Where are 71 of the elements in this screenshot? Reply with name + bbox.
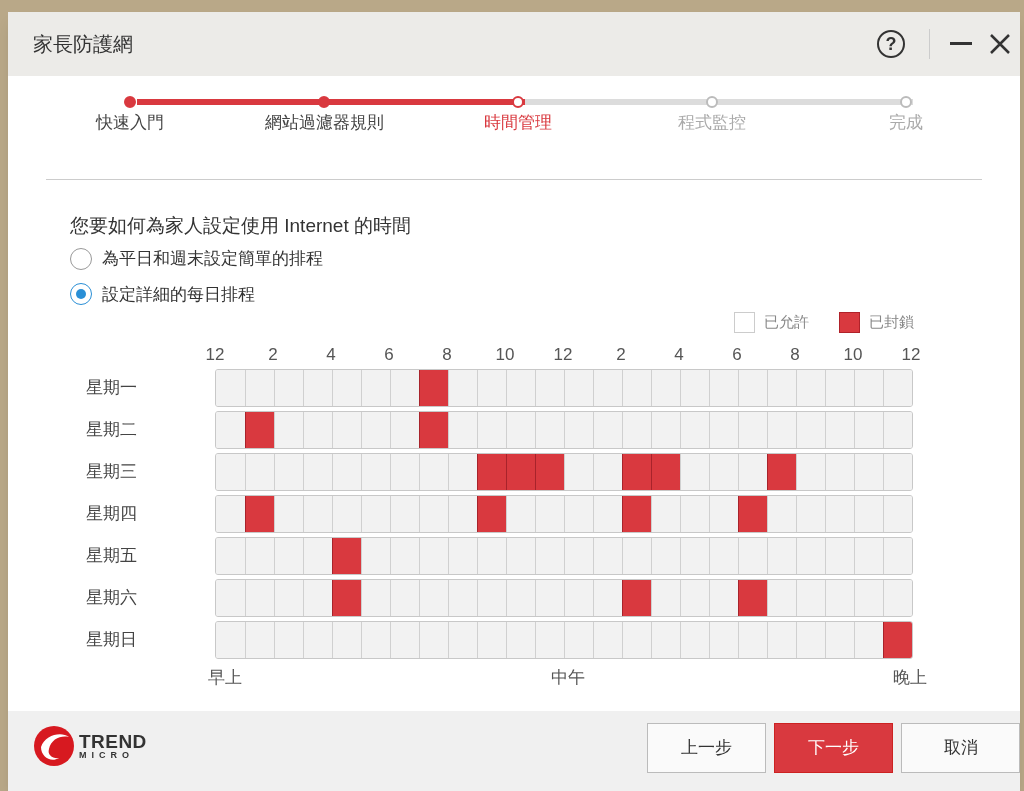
hour-label: 2: [267, 344, 279, 364]
radio-button[interactable]: [70, 283, 92, 306]
option-label[interactable]: 為平日和週末設定簡單的排程: [102, 246, 323, 272]
allowed-swatch: [734, 311, 755, 333]
hour-label: 6: [731, 344, 743, 364]
blocked-hour-cell[interactable]: [419, 370, 448, 406]
blocked-hour-cell[interactable]: [738, 496, 767, 532]
question-text: 您要如何為家人設定使用 Internet 的時間: [70, 214, 412, 238]
logo-icon: [33, 725, 75, 767]
close-icon[interactable]: [990, 34, 1010, 54]
blocked-hour-cell[interactable]: [506, 454, 535, 490]
day-label: 星期六: [85, 587, 138, 610]
blocked-hour-cell[interactable]: [651, 454, 680, 490]
blocked-hour-cell[interactable]: [883, 622, 912, 658]
period-label: 早上: [208, 667, 242, 689]
blocked-hour-cell[interactable]: [245, 412, 274, 448]
step-label: 快速入門: [96, 112, 164, 134]
legend-label: 已封鎖: [869, 311, 914, 332]
hour-label: 2: [615, 344, 627, 364]
hour-label: 4: [325, 344, 337, 364]
blocked-hour-cell[interactable]: [738, 580, 767, 616]
hour-label: 12: [204, 344, 226, 364]
day-label: 星期二: [85, 419, 138, 442]
hour-label: 12: [900, 344, 922, 364]
step-label: 網站過濾器規則: [264, 112, 384, 134]
blocked-hour-cell[interactable]: [622, 496, 651, 532]
period-label: 晚上: [893, 667, 927, 689]
blocked-hour-cell[interactable]: [332, 580, 361, 616]
logo-text: MICRO: [79, 751, 135, 760]
allowed-hour-cell[interactable]: [883, 580, 912, 616]
next-button[interactable]: 下一步: [774, 723, 893, 773]
footer-button[interactable]: 取消: [901, 723, 1020, 773]
hour-label: 12: [552, 344, 574, 364]
blocked-hour-cell[interactable]: [477, 454, 506, 490]
window-title: 家長防護網: [33, 32, 133, 57]
blocked-hour-cell[interactable]: [622, 454, 651, 490]
day-label: 星期日: [85, 629, 138, 652]
blocked-hour-cell[interactable]: [332, 538, 361, 574]
step-label: 時間管理: [484, 112, 552, 134]
hour-label: 10: [842, 344, 864, 364]
hour-label: 8: [441, 344, 453, 364]
step-label: 完成: [889, 112, 923, 134]
day-label: 星期三: [85, 461, 138, 484]
logo-text: TREND: [79, 732, 147, 751]
hour-label: 4: [673, 344, 685, 364]
blocked-hour-cell[interactable]: [622, 580, 651, 616]
blocked-hour-cell[interactable]: [245, 496, 274, 532]
blocked-hour-cell[interactable]: [419, 412, 448, 448]
allowed-hour-cell[interactable]: [883, 370, 912, 406]
day-label: 星期五: [85, 545, 138, 568]
minimize-icon[interactable]: [950, 42, 972, 46]
day-label: 星期四: [85, 503, 138, 526]
allowed-hour-cell[interactable]: [883, 496, 912, 532]
day-label: 星期一: [85, 377, 138, 400]
hour-label: 10: [494, 344, 516, 364]
option-label[interactable]: 設定詳細的每日排程: [102, 281, 255, 307]
legend-label: 已允許: [764, 311, 809, 332]
hour-label: 6: [383, 344, 395, 364]
allowed-hour-cell[interactable]: [883, 412, 912, 448]
footer-button[interactable]: 上一步: [647, 723, 766, 773]
period-label: 中午: [551, 667, 585, 689]
step-label: 程式監控: [678, 112, 746, 134]
radio-button[interactable]: [70, 247, 92, 270]
blocked-hour-cell[interactable]: [477, 496, 506, 532]
blocked-hour-cell[interactable]: [535, 454, 564, 490]
allowed-hour-cell[interactable]: [883, 538, 912, 574]
hour-label: 8: [789, 344, 801, 364]
allowed-hour-cell[interactable]: [883, 454, 912, 490]
help-button[interactable]: ?: [877, 30, 905, 58]
blocked-swatch: [839, 311, 860, 333]
blocked-hour-cell[interactable]: [767, 454, 796, 490]
